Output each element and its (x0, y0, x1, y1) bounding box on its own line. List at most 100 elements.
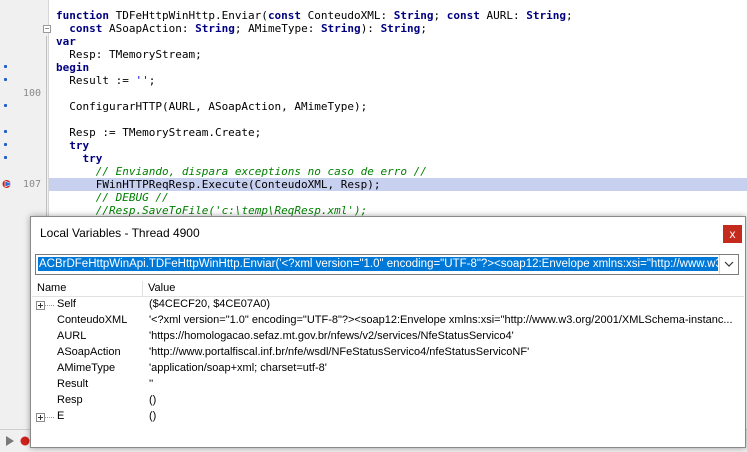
code-token: '' (135, 74, 149, 87)
variable-row[interactable]: Result '' (32, 377, 744, 393)
code-line[interactable]: FWinHTTPReqResp.Execute(ConteudoXML, Res… (56, 178, 381, 191)
column-separator[interactable] (142, 281, 143, 296)
code-token: function (56, 9, 109, 22)
breakpoint-dot-icon[interactable] (4, 65, 7, 68)
breakpoint-dot-icon[interactable] (4, 130, 7, 133)
gutter-line[interactable] (0, 35, 48, 48)
variable-row[interactable]: Self ($4CECF20, $4CE07A0) (32, 297, 744, 313)
variable-name: Resp (57, 394, 83, 406)
code-line[interactable]: Resp: TMemoryStream; (56, 48, 202, 61)
code-line[interactable]: Result := ''; (56, 74, 155, 87)
code-line[interactable]: // DEBUG // (56, 191, 169, 204)
window-title-bar[interactable]: Local Variables - Thread 4900 x (31, 217, 745, 249)
tree-connector (44, 305, 54, 307)
gutter-line[interactable]: 107 (0, 178, 48, 191)
variable-row[interactable]: AMimeType 'application/soap+xml; charset=… (32, 361, 744, 377)
code-token: ; (148, 74, 156, 87)
code-line[interactable]: var (56, 35, 76, 48)
code-token: ConfigurarHTTP(AURL, ASoapAction, AMimeT… (56, 100, 368, 113)
chevron-down-icon (724, 261, 734, 267)
code-line[interactable]: begin (56, 61, 89, 74)
gutter-line[interactable] (0, 9, 48, 22)
code-token: const (267, 9, 302, 22)
variable-row[interactable]: Resp () (32, 393, 744, 409)
fold-toggle-icon[interactable]: − (43, 25, 51, 33)
variable-row[interactable]: ConteudoXML '<?xml version="1.0" encoding… (32, 313, 744, 329)
code-line[interactable]: function TDFeHttpWinHttp.Enviar(const Co… (56, 9, 573, 22)
gutter-line[interactable] (0, 113, 48, 126)
gutter-line[interactable] (0, 139, 48, 152)
code-line[interactable]: // Enviando, dispara exceptions no caso … (56, 165, 427, 178)
code-token: ): (360, 22, 381, 35)
gutter-line[interactable]: − (0, 22, 51, 35)
column-header-name[interactable]: Name (37, 282, 66, 294)
code-token: ; (420, 22, 427, 35)
fold-guide (46, 36, 47, 226)
record-icon[interactable] (20, 436, 30, 446)
variable-value[interactable]: '' (149, 378, 739, 390)
gutter-line[interactable] (0, 100, 48, 113)
breakpoint-dot-icon[interactable] (4, 156, 7, 159)
window-title: Local Variables - Thread 4900 (40, 226, 200, 240)
variable-value[interactable]: () (149, 394, 739, 406)
variable-row[interactable]: ASoapAction 'http://www.portalfiscal.inf.… (32, 345, 744, 361)
variable-name: ConteudoXML (57, 314, 128, 326)
code-token: ASoapAction: (102, 22, 196, 35)
code-token: // DEBUG // (95, 191, 169, 204)
stack-frame-select[interactable]: ACBrDFeHttpWinApi.TDFeHttpWinHttp.Enviar… (35, 254, 739, 275)
gutter-line[interactable] (0, 48, 48, 61)
variable-value[interactable]: 'https://homologacao.sefaz.mt.gov.br/nfe… (149, 330, 739, 342)
variable-value[interactable]: '<?xml version="1.0" encoding="UTF-8"?><… (149, 314, 739, 326)
code-token: var (56, 35, 76, 48)
column-header-value[interactable]: Value (148, 282, 175, 294)
gutter-line[interactable] (0, 191, 48, 204)
variable-value[interactable]: () (149, 410, 739, 422)
local-variables-window[interactable]: Local Variables - Thread 4900 x ACBrDFeH… (30, 216, 746, 448)
gutter-line[interactable] (0, 74, 48, 87)
dropdown-button[interactable] (719, 255, 738, 274)
variable-name: E (57, 410, 65, 422)
variable-name: AURL (57, 330, 87, 342)
code-token: String (380, 22, 421, 35)
code-token: String (195, 22, 235, 35)
code-token: Result := (56, 74, 136, 87)
variable-row[interactable]: E () (32, 409, 744, 425)
code-token: const (69, 22, 103, 35)
variable-value[interactable]: ($4CECF20, $4CE07A0) (149, 298, 739, 310)
variable-value[interactable]: 'http://www.portalfiscal.inf.br/nfe/wsdl… (149, 346, 739, 358)
code-token: FWinHTTPReqResp.Execute(ConteudoXML, Res… (56, 178, 381, 191)
variable-row[interactable]: AURL 'https://homologacao.sefaz.mt.gov.br… (32, 329, 744, 345)
breakpoint-dot-icon[interactable] (4, 143, 7, 146)
gutter-line[interactable] (0, 165, 48, 178)
execution-arrow-icon (2, 180, 13, 188)
code-line[interactable]: ConfigurarHTTP(AURL, ASoapAction, AMimeT… (56, 100, 367, 113)
code-token: ; (433, 9, 447, 22)
vertical-scrollbar[interactable] (741, 297, 745, 445)
gutter-line[interactable] (0, 152, 48, 165)
code-token: Resp: TMemoryStream; (56, 48, 202, 61)
code-line[interactable]: try (56, 152, 103, 165)
stack-frame-value: ACBrDFeHttpWinApi.TDFeHttpWinHttp.Enviar… (38, 255, 718, 274)
close-button[interactable]: x (723, 225, 742, 243)
gutter-line[interactable]: 100 (0, 87, 48, 100)
code-line[interactable]: Resp := TMemoryStream.Create; (56, 126, 261, 139)
code-line[interactable]: try (56, 139, 89, 152)
gutter-line[interactable] (0, 126, 48, 139)
line-number: 107 (22, 179, 41, 190)
code-token: ; (566, 9, 573, 22)
code-token: const (446, 9, 480, 22)
variable-value[interactable]: 'application/soap+xml; charset=utf-8' (149, 362, 739, 374)
code-token: // Enviando, dispara exceptions no caso … (95, 165, 427, 178)
breakpoint-dot-icon[interactable] (4, 78, 7, 81)
breakpoint-dot-icon[interactable] (4, 104, 7, 107)
variable-name: AMimeType (57, 362, 116, 374)
gutter-line[interactable] (0, 61, 48, 74)
tree-connector (44, 417, 54, 419)
variable-name: Self (57, 298, 76, 310)
code-token: String (320, 22, 361, 35)
code-line[interactable]: const ASoapAction: String; AMimeType: St… (56, 22, 427, 35)
play-icon[interactable] (6, 436, 14, 446)
